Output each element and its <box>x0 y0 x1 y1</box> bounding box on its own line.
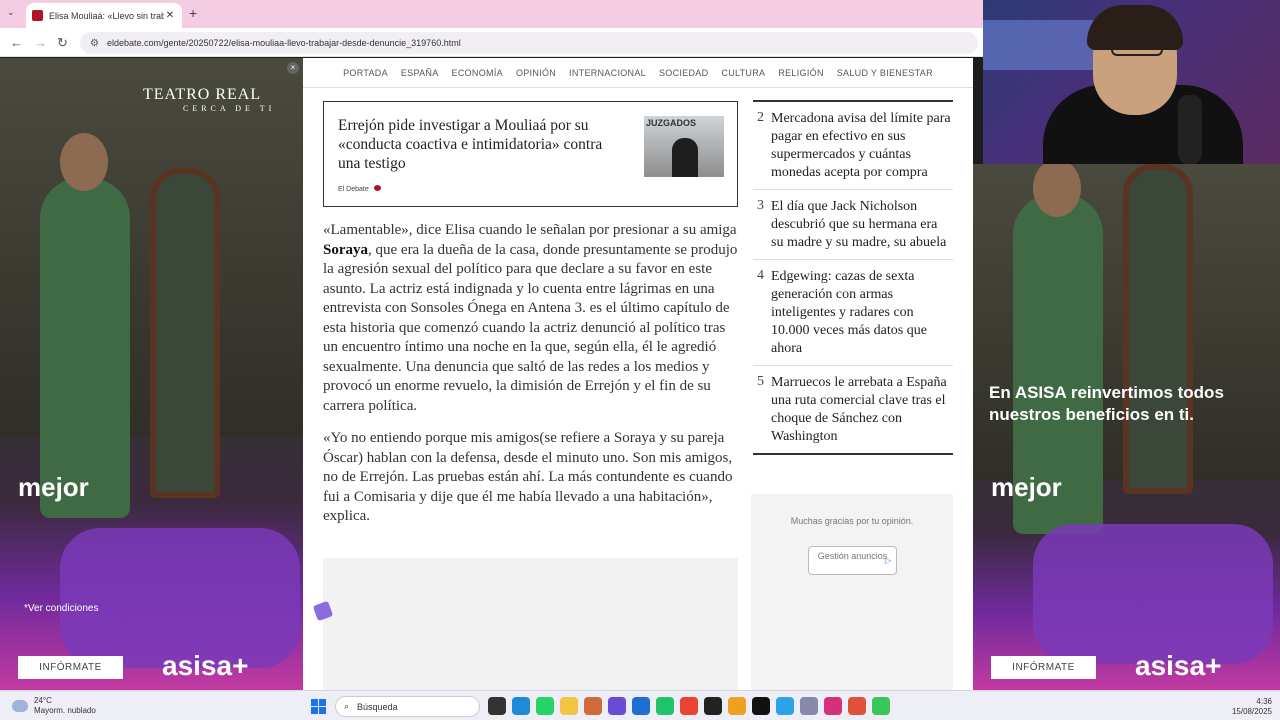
left-ad-banner[interactable]: TEATRO REAL CERCA DE TI mejor *Ver condi… <box>0 58 303 690</box>
ad-informate-button[interactable]: INFÓRMATE <box>18 656 123 679</box>
article-body: «Lamentable», dice Elisa cuando le señal… <box>323 221 738 540</box>
right-ad-banner[interactable]: En ASISA reinvertimos todos nuestros ben… <box>973 164 1280 690</box>
chrome-icon[interactable] <box>680 697 698 715</box>
ad-mejor-text: mejor <box>18 472 89 502</box>
cloud-icon <box>12 700 28 712</box>
paragraph-2: «Yo no entiendo porque mis amigos(se ref… <box>323 430 733 524</box>
comment-icon <box>373 185 381 191</box>
nav-portada[interactable]: PORTADA <box>343 68 388 78</box>
close-tab-icon[interactable]: ✕ <box>164 10 176 21</box>
ad-asisa-shape <box>60 528 300 668</box>
app-icon[interactable] <box>752 697 770 715</box>
feedback-text: Muchas gracias por tu opinión. <box>790 516 914 526</box>
whatsapp-icon[interactable] <box>536 697 554 715</box>
edge-icon[interactable] <box>512 697 530 715</box>
related-title[interactable]: Errejón pide investigar a Mouliaá por su… <box>338 116 628 173</box>
nav-internacional[interactable]: INTERNACIONAL <box>569 68 646 78</box>
nav-economia[interactable]: ECONOMÍA <box>452 68 503 78</box>
store-icon[interactable] <box>632 697 650 715</box>
search-placeholder: Búsqueda <box>357 701 398 712</box>
nav-religion[interactable]: RELIGIÓN <box>778 68 823 78</box>
teatro-real-logo: TEATRO REAL CERCA DE TI <box>143 86 276 113</box>
paragraph-1: «Lamentable», dice Elisa cuando le señal… <box>323 222 738 414</box>
url-field[interactable]: ⚙ eldebate.com/gente/20250722/elisa-moul… <box>80 32 978 54</box>
section-nav: PORTADA ESPAÑA ECONOMÍA OPINIÓN INTERNAC… <box>303 58 973 88</box>
telegram-icon[interactable] <box>776 697 794 715</box>
forward-icon[interactable]: → <box>34 35 47 50</box>
obs-icon[interactable] <box>872 697 890 715</box>
browser-tab[interactable]: Elisa Mouliaá: «Llevo sin trabajar ✕ <box>26 3 182 28</box>
teams-icon[interactable] <box>608 697 626 715</box>
webcam-overlay <box>983 0 1280 164</box>
ad-mirror-image <box>1123 164 1193 494</box>
asisa-logo: asisa+ <box>162 650 249 681</box>
thumb-person <box>672 138 698 177</box>
search-icon: ⌕ <box>344 701 350 711</box>
instagram-icon[interactable] <box>824 697 842 715</box>
list-item[interactable]: 4 Edgewing: cazas de sexta generación con… <box>753 260 953 366</box>
tab-list-icon[interactable]: ⌄ <box>7 7 15 18</box>
site-settings-icon[interactable]: ⚙ <box>90 38 99 49</box>
list-item[interactable]: 2 Mercadona avisa del límite para pagar e… <box>753 102 953 190</box>
nav-sociedad[interactable]: SOCIEDAD <box>659 68 708 78</box>
folder-icon[interactable] <box>560 697 578 715</box>
wifi-app-icon[interactable] <box>800 697 818 715</box>
taskbar-apps <box>488 697 890 715</box>
cam-glasses <box>1111 42 1163 56</box>
site-favicon-icon <box>32 10 43 21</box>
address-bar-row: ← → ↻ ⚙ eldebate.com/gente/20250722/elis… <box>0 28 983 57</box>
url-text: eldebate.com/gente/20250722/elisa-moulia… <box>106 38 461 48</box>
new-tab-button[interactable]: + <box>189 5 197 21</box>
related-article-card[interactable]: Errejón pide investigar a Mouliaá por su… <box>323 101 738 207</box>
start-button[interactable] <box>311 699 326 714</box>
related-source: El Debate <box>338 185 381 193</box>
most-read-list: 2 Mercadona avisa del límite para pagar e… <box>753 88 953 455</box>
tab-title: Elisa Mouliaá: «Llevo sin trabajar <box>49 10 164 21</box>
terminal-icon[interactable] <box>704 697 722 715</box>
rtve-icon[interactable] <box>728 697 746 715</box>
thumb-label: JUZGADOS <box>646 118 697 128</box>
list-item[interactable]: 5 Marruecos le arrebata a España una ruta… <box>753 366 953 455</box>
screen: ⌄ Elisa Mouliaá: «Llevo sin trabajar ✕ +… <box>0 0 1280 720</box>
app-icon[interactable] <box>656 697 674 715</box>
ad-person-head <box>60 133 108 191</box>
back-icon[interactable]: ← <box>10 35 23 50</box>
chrome-profile-icon[interactable] <box>848 697 866 715</box>
ad-informate-button[interactable]: INFÓRMATE <box>991 656 1096 679</box>
microphone-icon <box>1178 95 1202 164</box>
ad-conditions[interactable]: *Ver condiciones <box>24 603 99 614</box>
manage-ads-button[interactable]: Gestión anuncios ▷ <box>808 546 897 575</box>
weather-widget[interactable]: 24°C Mayorm. nublado <box>12 696 96 716</box>
related-thumbnail[interactable]: JUZGADOS <box>644 116 724 177</box>
nav-salud[interactable]: SALUD Y BIENESTAR <box>837 68 933 78</box>
list-item[interactable]: 3 El día que Jack Nicholson descubrió que… <box>753 190 953 260</box>
reload-icon[interactable]: ↻ <box>57 35 68 51</box>
ad-close-icon[interactable]: × <box>287 62 299 74</box>
paint-icon[interactable] <box>584 697 602 715</box>
article-page: PORTADA ESPAÑA ECONOMÍA OPINIÓN INTERNAC… <box>303 58 973 690</box>
nav-espana[interactable]: ESPAÑA <box>401 68 439 78</box>
ad-mejor-text: mejor <box>991 472 1062 502</box>
nav-cultura[interactable]: CULTURA <box>721 68 765 78</box>
system-clock[interactable]: 4:36 15/08/2025 <box>1232 697 1272 717</box>
ad-placeholder <box>323 558 738 690</box>
taskbar-search[interactable]: ⌕ Búsqueda <box>335 696 480 717</box>
tab-bar: ⌄ Elisa Mouliaá: «Llevo sin trabajar ✕ + <box>0 0 983 28</box>
ad-mirror-image <box>150 168 220 498</box>
task-view-icon[interactable] <box>488 697 506 715</box>
ad-feedback-box: Muchas gracias por tu opinión. Gestión a… <box>751 494 953 690</box>
ad-person-image <box>40 178 130 518</box>
ad-asisa-shape <box>1033 524 1273 664</box>
asisa-logo: asisa+ <box>1135 650 1222 681</box>
ad-headline: En ASISA reinvertimos todos nuestros ben… <box>989 383 1224 424</box>
taskbar: 24°C Mayorm. nublado ⌕ Búsqueda 4:36 15/… <box>0 690 1280 720</box>
nav-opinion[interactable]: OPINIÓN <box>516 68 556 78</box>
adchoices-icon: ▷ <box>884 556 891 565</box>
